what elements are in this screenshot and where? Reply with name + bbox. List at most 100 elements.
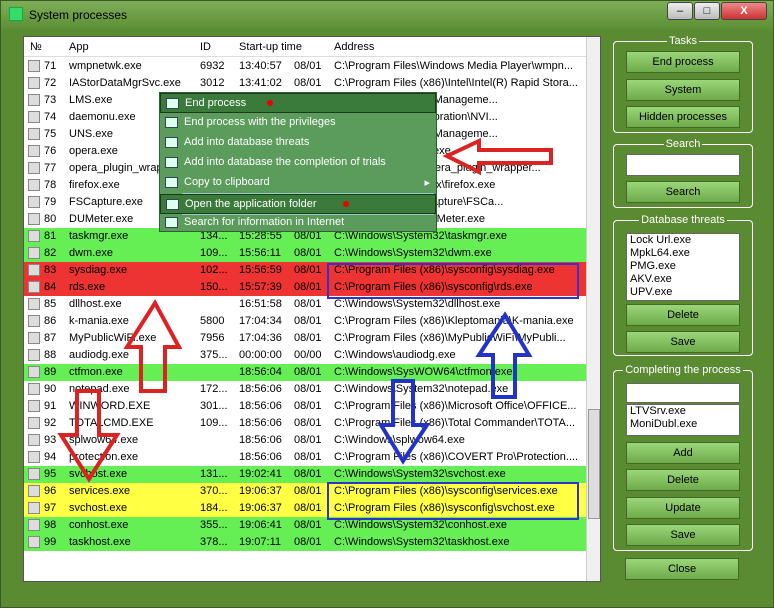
close-window-button[interactable]: X	[721, 2, 767, 20]
table-row[interactable]: 86 k-mania.exe 5800 17:04:34 08/01 C:\Program…	[24, 313, 586, 330]
vertical-scrollbar[interactable]	[586, 37, 600, 581]
column-header-no[interactable]: №	[30, 41, 42, 53]
completing-delete-button[interactable]: Delete	[626, 469, 740, 491]
process-icon	[28, 230, 40, 242]
system-button[interactable]: System	[626, 79, 740, 101]
menu-item-open-folder[interactable]: Open the application folder	[160, 194, 436, 214]
cell-id: 109...	[200, 247, 228, 259]
table-row[interactable]: 92 TOTALCMD.EXE 109... 18:56:06 08/01 C:\Prog…	[24, 415, 586, 432]
cell-app: splwow64.exe	[69, 434, 139, 446]
cell-id: 6932	[200, 60, 225, 72]
cell-date: 08/01	[294, 332, 322, 344]
search-input[interactable]	[626, 154, 740, 176]
cell-date: 08/01	[294, 502, 322, 514]
submenu-arrow-icon: ▸	[424, 177, 430, 189]
list-item[interactable]: UPV.exe	[627, 286, 739, 299]
close-button[interactable]: Close	[625, 558, 739, 580]
menu-item-add-completion[interactable]: Add into database the completion of tria…	[160, 153, 436, 173]
list-item[interactable]: AKV.exe	[627, 273, 739, 286]
process-icon	[28, 502, 40, 514]
completing-add-button[interactable]: Add	[626, 442, 740, 464]
tasks-panel: Tasks End process System Hidden processe…	[613, 35, 753, 133]
cell-address: C:\Windows\System32\conhost.exe	[334, 519, 508, 531]
process-icon	[28, 400, 40, 412]
cell-date: 08/01	[294, 519, 322, 531]
list-header: № App ID Start-up time Address	[24, 37, 586, 57]
app-icon	[9, 7, 23, 21]
cell-date: 08/01	[294, 417, 322, 429]
completing-update-button[interactable]: Update	[626, 497, 740, 519]
menu-item-add-threats[interactable]: Add into database threats	[160, 133, 436, 153]
table-row[interactable]: 82 dwm.exe 109... 15:56:11 08/01 C:\Windows\S…	[24, 245, 586, 262]
process-icon	[28, 315, 40, 327]
list-item[interactable]: LTVSrv.exe	[627, 405, 739, 418]
menu-icon	[165, 177, 178, 188]
cell-number: 81	[44, 230, 57, 242]
cell-app: conhost.exe	[69, 519, 129, 531]
cell-time: 17:04:36	[239, 332, 282, 344]
table-row[interactable]: 89 ctfmon.exe 18:56:04 08/01 C:\Windows\SysW…	[24, 364, 586, 381]
cell-time: 18:56:06	[239, 383, 282, 395]
list-item[interactable]: PMG.exe	[627, 260, 739, 273]
completing-input[interactable]	[626, 383, 740, 403]
column-header-app[interactable]: App	[69, 41, 89, 53]
menu-item-end-process[interactable]: End process	[160, 93, 436, 113]
completing-process-panel: Completing the process LTVSrv.exe MoniDu…	[613, 364, 753, 551]
completing-list[interactable]: LTVSrv.exe MoniDubl.exe	[626, 404, 740, 436]
cell-app: audiodg.exe	[69, 349, 129, 361]
table-row[interactable]: 94 protection.exe 18:56:06 08/01 C:\Program …	[24, 449, 586, 466]
cell-time: 18:56:04	[239, 366, 282, 378]
scroll-thumb[interactable]	[588, 409, 600, 519]
table-row[interactable]: 93 splwow64.exe 18:56:06 08/01 C:\Windows\sp…	[24, 432, 586, 449]
list-item[interactable]: MoniDubl.exe	[627, 418, 739, 431]
table-row[interactable]: 90 notepad.exe 172... 18:56:06 08/01 C:\Windo…	[24, 381, 586, 398]
cell-date: 08/01	[294, 264, 322, 276]
cell-number: 92	[44, 417, 57, 429]
threats-save-button[interactable]: Save	[626, 331, 740, 353]
menu-item-end-process-privileges[interactable]: End process with the privileges	[160, 113, 436, 133]
search-button[interactable]: Search	[626, 181, 740, 203]
cell-app: ctfmon.exe	[69, 366, 123, 378]
cell-time: 18:56:06	[239, 417, 282, 429]
process-icon	[28, 485, 40, 497]
cell-app: notepad.exe	[69, 383, 130, 395]
table-row[interactable]: 95 svchost.exe 131... 19:02:41 08/01 C:\Windo…	[24, 466, 586, 483]
list-item[interactable]: Lock Url.exe	[627, 234, 739, 247]
hidden-processes-button[interactable]: Hidden processes	[626, 106, 740, 128]
table-row[interactable]: 87 MyPublicWiFi.exe 7956 17:04:36 08/01 C:\Pr…	[24, 330, 586, 347]
threats-list[interactable]: Lock Url.exe MpkL64.exe PMG.exe AKV.exe …	[626, 233, 740, 301]
list-item[interactable]: MpkL64.exe	[627, 247, 739, 260]
column-header-address[interactable]: Address	[334, 41, 374, 53]
cell-time: 15:56:11	[239, 247, 282, 259]
cell-time: 19:02:41	[239, 468, 282, 480]
table-row[interactable]: 91 WINWORD.EXE 301... 18:56:06 08/01 C:\Progr…	[24, 398, 586, 415]
cell-id: 184...	[200, 502, 228, 514]
cell-address: C:\Windows\splwow64.exe	[334, 434, 465, 446]
maximize-button[interactable]: □	[694, 2, 720, 20]
column-header-id[interactable]: ID	[200, 41, 211, 53]
menu-item-search-internet[interactable]: Search for information in Internet	[160, 213, 436, 233]
table-row[interactable]: 71 wmpnetwk.exe 6932 13:40:57 08/01 C:\Progra…	[24, 58, 586, 75]
table-row[interactable]: 72 IAStorDataMgrSvc.exe 3012 13:41:02 08/01 C…	[24, 75, 586, 92]
cell-number: 84	[44, 281, 57, 293]
completing-save-button[interactable]: Save	[626, 524, 740, 546]
table-row[interactable]: 88 audiodg.exe 375... 00:00:00 00/00 C:\Windo…	[24, 347, 586, 364]
cell-app: protection.exe	[69, 451, 139, 463]
threats-delete-button[interactable]: Delete	[626, 304, 740, 326]
cell-number: 73	[44, 94, 57, 106]
cell-number: 77	[44, 162, 57, 174]
cell-number: 74	[44, 111, 57, 123]
column-header-time[interactable]: Start-up time	[239, 41, 302, 53]
end-process-button[interactable]: End process	[626, 51, 740, 73]
cell-app: k-mania.exe	[69, 315, 129, 327]
process-icon	[28, 281, 40, 293]
table-row[interactable]: 99 taskhost.exe 378... 19:07:11 08/01 C:\Wind…	[24, 534, 586, 551]
cell-number: 75	[44, 128, 57, 140]
title-bar[interactable]: System processes – □ X	[1, 1, 773, 29]
minimize-button[interactable]: –	[667, 2, 693, 20]
cell-app: dllhost.exe	[69, 298, 122, 310]
menu-item-copy-clipboard[interactable]: Copy to clipboard ▸	[160, 173, 436, 193]
cell-time: 13:41:02	[239, 77, 282, 89]
cell-address: C:\Windows\audiodg.exe	[334, 349, 456, 361]
process-icon	[28, 332, 40, 344]
